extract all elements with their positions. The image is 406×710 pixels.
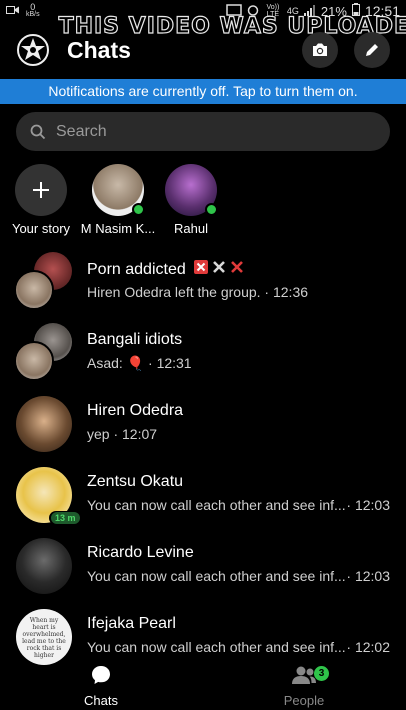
avatar: When my heart is overwhelmed, lead me to… [16, 609, 72, 665]
video-call-icon [6, 5, 20, 17]
chat-preview: You can now call each other and see inf.… [87, 497, 346, 513]
nav-chats[interactable]: Chats [41, 664, 161, 708]
chat-preview: Asad: 🎈 · 12:31 [87, 355, 192, 371]
nav-people[interactable]: 3 People [244, 664, 364, 708]
story-label: Your story [11, 221, 71, 236]
header: Chats [0, 28, 406, 72]
star-emblem-icon [17, 34, 49, 66]
data-speed: 0 kB/s [26, 2, 40, 19]
avatar [16, 538, 72, 594]
plus-icon [33, 182, 49, 198]
avatar [92, 164, 145, 216]
chat-time: · 12:03 [346, 497, 390, 513]
chat-row[interactable]: 13 m Zentsu Okatu You can now call each … [0, 461, 406, 532]
search-input[interactable]: Search [16, 112, 390, 151]
people-count-badge: 3 [314, 666, 329, 681]
chat-row[interactable]: Ricardo Levine You can now call each oth… [0, 532, 406, 603]
nav-label: People [283, 693, 325, 708]
chat-name: Ricardo Levine [87, 544, 194, 561]
avatar [165, 164, 218, 216]
online-indicator [205, 203, 218, 216]
search-placeholder: Search [56, 122, 107, 140]
avatar-quote-text: When my heart is overwhelmed, lead me to… [22, 617, 66, 659]
nav-label: Chats [84, 693, 118, 708]
chat-preview: You can now call each other and see inf.… [87, 639, 346, 655]
notifications-off-banner[interactable]: Notifications are currently off. Tap to … [0, 79, 406, 104]
camera-icon [313, 43, 327, 56]
stories-row: Your story M Nasim K... Rahul [0, 164, 406, 244]
chat-time: · 12:03 [346, 568, 390, 584]
search-icon [30, 124, 46, 139]
chat-preview: Hiren Odedra left the group. · 12:36 [87, 284, 309, 300]
pencil-icon [366, 44, 378, 56]
story-label: M Nasim K... [80, 221, 156, 236]
chat-time: · 12:02 [346, 639, 390, 655]
cross-mark-icons [194, 260, 248, 278]
chat-name: Ifejaka Pearl [87, 615, 176, 632]
new-message-button[interactable] [354, 32, 390, 68]
chat-preview: yep · 12:07 [87, 426, 158, 442]
page-title: Chats [67, 36, 131, 63]
story-label: Rahul [174, 221, 208, 236]
chat-preview: You can now call each other and see inf.… [87, 568, 346, 584]
chat-row[interactable]: Hiren Odedra yep · 12:07 [0, 390, 406, 461]
chat-bubble-icon [92, 666, 110, 684]
story-your-story[interactable]: Your story [2, 164, 80, 236]
chat-name: Zentsu Okatu [87, 473, 184, 490]
chat-name: Porn addicted [87, 260, 248, 279]
chat-name: Hiren Odedra [87, 402, 184, 419]
add-story-button[interactable] [15, 164, 67, 216]
chat-name: Bangali idiots [87, 331, 183, 348]
chat-row[interactable]: Bangali idiots Asad: 🎈 · 12:31 [0, 319, 406, 390]
active-time-badge: 13 m [49, 511, 82, 525]
bottom-nav: Chats 3 People [0, 660, 406, 710]
avatar [16, 396, 72, 452]
chat-row[interactable]: Porn addicted Hiren Odedra left the grou… [0, 248, 406, 319]
online-indicator [132, 203, 145, 216]
camera-button[interactable] [302, 32, 338, 68]
profile-avatar[interactable] [16, 33, 50, 67]
story-rahul[interactable]: Rahul [152, 164, 230, 236]
story-m-nasim[interactable]: M Nasim K... [79, 164, 157, 236]
